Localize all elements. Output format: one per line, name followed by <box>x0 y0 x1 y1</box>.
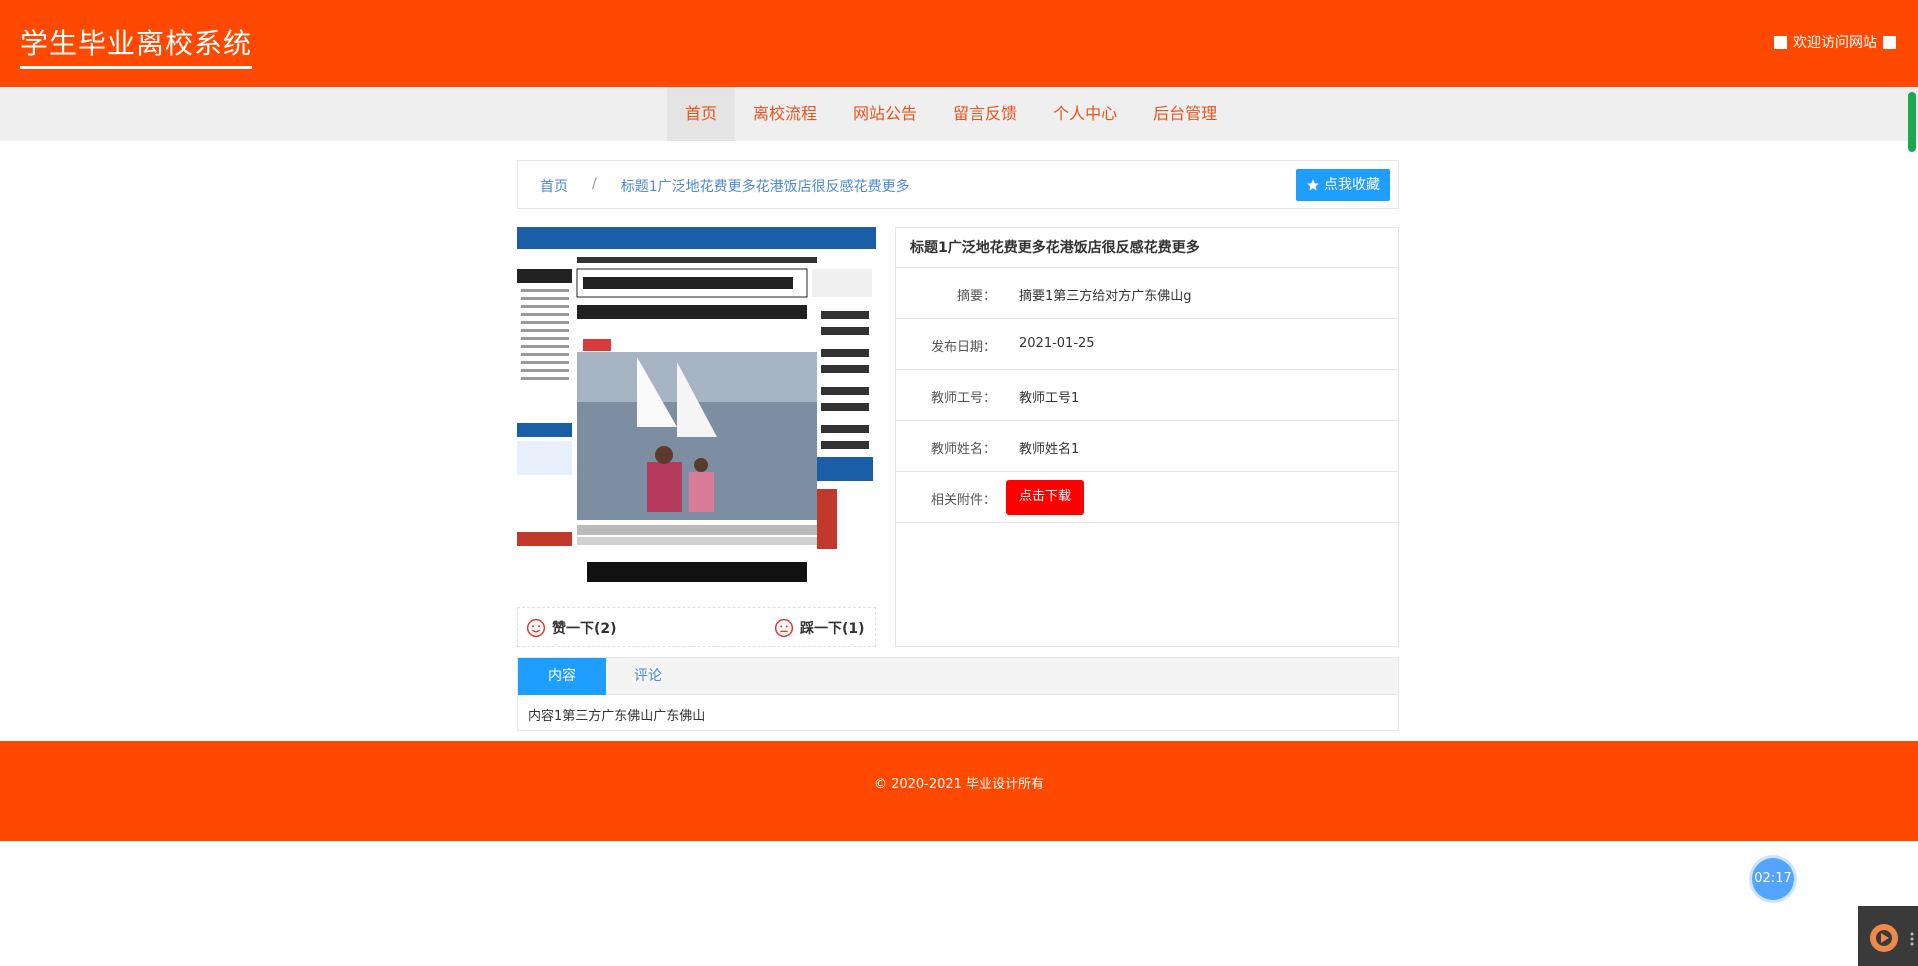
detail-row-summary: 摘要： 摘要1第三方给对方广东佛山g <box>896 268 1398 319</box>
nav-item-admin[interactable]: 后台管理 <box>1135 87 1235 141</box>
news-cover-image <box>517 227 876 589</box>
breadcrumb-separator: / <box>592 176 597 192</box>
detail-row-attachment: 相关附件： 点击下载 <box>896 472 1398 523</box>
breadcrumb: 首页 / 标题1广泛地花费更多花港饭店很反感花费更多 点我收藏 <box>517 160 1399 209</box>
nav-item-announcements[interactable]: 网站公告 <box>835 87 935 141</box>
smile-icon <box>526 618 546 638</box>
download-button[interactable]: 点击下载 <box>1006 480 1084 515</box>
app-tray[interactable] <box>1858 906 1918 966</box>
like-label: 赞一下(2) <box>552 621 617 637</box>
clock-widget[interactable]: 02:17 <box>1752 858 1794 900</box>
site-title[interactable]: 学生毕业离校系统 <box>20 22 253 69</box>
dislike-button[interactable]: 踩一下(1) <box>774 618 865 638</box>
detail-row-teacher-id: 教师工号： 教师工号1 <box>896 370 1398 421</box>
main-nav: 首页 离校流程 网站公告 留言反馈 个人中心 后台管理 <box>0 87 1918 141</box>
breadcrumb-home[interactable]: 首页 <box>540 176 568 196</box>
tab-comments[interactable]: 评论 <box>606 658 690 695</box>
site-header: 学生毕业离校系统 欢迎访问网站 <box>0 0 1918 87</box>
teacher-id-value: 教师工号1 <box>1019 391 1080 406</box>
tab-body-text: 内容1第三方广东佛山广东佛山 <box>528 709 706 724</box>
detail-title: 标题1广泛地花费更多花港饭店很反感花费更多 <box>896 228 1398 268</box>
tab-content[interactable]: 内容 <box>518 658 606 695</box>
detail-row-publish-date: 发布日期： 2021-01-25 <box>896 319 1398 370</box>
welcome-text: 欢迎访问网站 <box>1793 35 1877 51</box>
frown-icon <box>774 618 794 638</box>
site-footer: © 2020-2021 毕业设计所有 <box>0 741 1918 841</box>
star-icon <box>1307 179 1319 191</box>
nav-item-profile[interactable]: 个人中心 <box>1035 87 1135 141</box>
square-icon <box>1774 35 1787 49</box>
nav-item-leave-process[interactable]: 离校流程 <box>735 87 835 141</box>
publish-date-label: 发布日期： <box>930 340 996 355</box>
square-icon <box>1883 35 1896 49</box>
nav-item-feedback[interactable]: 留言反馈 <box>935 87 1035 141</box>
dislike-label: 踩一下(1) <box>800 621 865 637</box>
teacher-name-value: 教师姓名1 <box>1019 442 1080 457</box>
teacher-id-label: 教师工号： <box>930 391 996 406</box>
gear-icon <box>1870 924 1914 952</box>
detail-row-teacher-name: 教师姓名： 教师姓名1 <box>896 421 1398 472</box>
newspaper-picture <box>517 227 876 589</box>
detail-panel: 标题1广泛地花费更多花港饭店很反感花费更多 摘要： 摘要1第三方给对方广东佛山g… <box>895 227 1399 647</box>
favorite-button-label: 点我收藏 <box>1324 177 1380 193</box>
scrollbar-thumb[interactable] <box>1908 92 1916 152</box>
vote-bar: 赞一下(2) 踩一下(1) <box>517 607 876 647</box>
summary-label: 摘要： <box>956 289 996 304</box>
welcome-area: 欢迎访问网站 <box>1774 32 1896 52</box>
breadcrumb-current[interactable]: 标题1广泛地花费更多花港饭店很反感花费更多 <box>621 176 910 196</box>
attachment-label: 相关附件： <box>930 493 996 508</box>
copyright-text: © 2020-2021 毕业设计所有 <box>873 777 1045 792</box>
tab-header: 内容 评论 <box>518 658 1398 695</box>
nav-item-home[interactable]: 首页 <box>667 87 736 141</box>
content-tabs: 内容 评论 内容1第三方广东佛山广东佛山 <box>517 657 1399 731</box>
favorite-button[interactable]: 点我收藏 <box>1296 169 1390 201</box>
teacher-name-label: 教师姓名： <box>930 442 996 457</box>
summary-value: 摘要1第三方给对方广东佛山g <box>1019 289 1192 304</box>
like-button[interactable]: 赞一下(2) <box>526 618 617 638</box>
publish-date-value: 2021-01-25 <box>1019 336 1095 351</box>
